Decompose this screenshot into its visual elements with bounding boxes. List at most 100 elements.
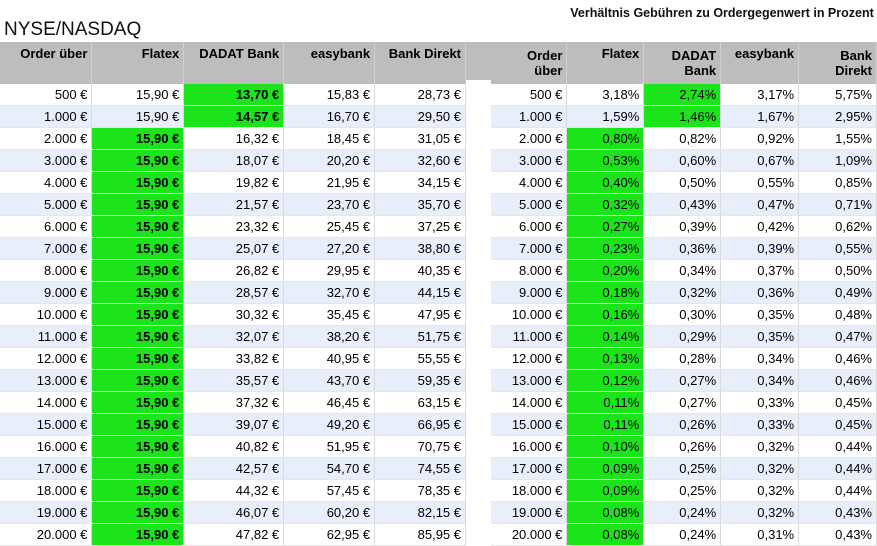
cell-easybank[interactable]: 18,45 € xyxy=(283,127,376,150)
cell-flatex[interactable]: 15,90 € xyxy=(91,369,185,392)
cell-easybank[interactable]: 0,31% xyxy=(720,523,800,546)
cell-easybank[interactable]: 20,20 € xyxy=(283,149,376,172)
cell-flatex[interactable]: 15,90 € xyxy=(91,303,185,326)
cell-easybank[interactable]: 62,95 € xyxy=(283,523,376,546)
cell-bank-direkt[interactable]: 0,48% xyxy=(798,303,877,326)
cell-bank-direkt[interactable]: 1,09% xyxy=(798,149,877,172)
cell-easybank[interactable]: 0,37% xyxy=(720,259,800,282)
cell-order[interactable]: 2.000 € xyxy=(0,127,93,150)
cell-bank-direkt[interactable]: 34,15 € xyxy=(374,171,466,194)
cell-bank-direkt[interactable]: 0,44% xyxy=(798,479,877,502)
cell-easybank[interactable]: 43,70 € xyxy=(283,369,376,392)
cell-order[interactable]: 15.000 € xyxy=(0,413,93,436)
cell-easybank[interactable]: 0,32% xyxy=(720,479,800,502)
cell-dadat[interactable]: 23,32 € xyxy=(183,215,285,238)
cell-order[interactable]: 20.000 € xyxy=(491,523,568,546)
cell-order[interactable]: 10.000 € xyxy=(0,303,93,326)
cell-easybank[interactable]: 32,70 € xyxy=(283,281,376,304)
cell-bank-direkt[interactable]: 0,44% xyxy=(798,435,877,458)
cell-dadat[interactable]: 13,70 € xyxy=(183,84,285,106)
cell-easybank[interactable]: 0,55% xyxy=(720,171,800,194)
cell-dadat[interactable]: 0,36% xyxy=(643,237,722,260)
cell-flatex[interactable]: 0,12% xyxy=(566,369,645,392)
cell-dadat[interactable]: 0,27% xyxy=(643,391,722,414)
cell-bank-direkt[interactable]: 0,44% xyxy=(798,457,877,480)
cell-order[interactable]: 6.000 € xyxy=(0,215,93,238)
header-dadat[interactable]: DADAT Bank xyxy=(183,42,285,84)
cell-dadat[interactable]: 0,25% xyxy=(643,457,722,480)
cell-bank-direkt[interactable]: 32,60 € xyxy=(374,149,466,172)
cell-bank-direkt[interactable]: 74,55 € xyxy=(374,457,466,480)
cell-dadat[interactable]: 18,07 € xyxy=(183,149,285,172)
cell-bank-direkt[interactable]: 0,62% xyxy=(798,215,877,238)
cell-dadat[interactable]: 14,57 € xyxy=(183,105,285,128)
cell-dadat[interactable]: 32,07 € xyxy=(183,325,285,348)
cell-easybank[interactable]: 0,32% xyxy=(720,457,800,480)
cell-dadat[interactable]: 0,32% xyxy=(643,281,722,304)
cell-flatex[interactable]: 0,14% xyxy=(566,325,645,348)
cell-flatex[interactable]: 15,90 € xyxy=(91,501,185,524)
cell-easybank[interactable]: 0,35% xyxy=(720,325,800,348)
cell-order[interactable]: 11.000 € xyxy=(491,325,568,348)
cell-bank-direkt[interactable]: 0,43% xyxy=(798,501,877,524)
cell-easybank[interactable]: 38,20 € xyxy=(283,325,376,348)
cell-bank-direkt[interactable]: 38,80 € xyxy=(374,237,466,260)
cell-order[interactable]: 14.000 € xyxy=(491,391,568,414)
cell-bank-direkt[interactable]: 0,55% xyxy=(798,237,877,260)
cell-dadat[interactable]: 28,57 € xyxy=(183,281,285,304)
cell-flatex[interactable]: 0,09% xyxy=(566,457,645,480)
cell-dadat[interactable]: 0,29% xyxy=(643,325,722,348)
cell-bank-direkt[interactable]: 59,35 € xyxy=(374,369,466,392)
cell-flatex[interactable]: 15,90 € xyxy=(91,215,185,238)
cell-flatex[interactable]: 15,90 € xyxy=(91,149,185,172)
cell-bank-direkt[interactable]: 85,95 € xyxy=(374,523,466,546)
cell-flatex[interactable]: 15,90 € xyxy=(91,457,185,480)
cell-dadat[interactable]: 0,24% xyxy=(643,501,722,524)
cell-bank-direkt[interactable]: 29,50 € xyxy=(374,105,466,128)
cell-bank-direkt[interactable]: 0,46% xyxy=(798,347,877,370)
cell-flatex[interactable]: 0,40% xyxy=(566,171,645,194)
cell-flatex[interactable]: 0,20% xyxy=(566,259,645,282)
cell-flatex[interactable]: 0,11% xyxy=(566,391,645,414)
cell-order[interactable]: 16.000 € xyxy=(491,435,568,458)
cell-easybank[interactable]: 0,92% xyxy=(720,127,800,150)
cell-order[interactable]: 1.000 € xyxy=(0,105,93,128)
cell-order[interactable]: 5.000 € xyxy=(491,193,568,216)
cell-dadat[interactable]: 2,74% xyxy=(643,84,722,106)
cell-easybank[interactable]: 35,45 € xyxy=(283,303,376,326)
cell-order[interactable]: 17.000 € xyxy=(491,457,568,480)
cell-dadat[interactable]: 0,26% xyxy=(643,413,722,436)
cell-bank-direkt[interactable]: 0,50% xyxy=(798,259,877,282)
cell-flatex[interactable]: 15,90 € xyxy=(91,281,185,304)
cell-order[interactable]: 1.000 € xyxy=(491,105,568,128)
cell-order[interactable]: 13.000 € xyxy=(0,369,93,392)
cell-easybank[interactable]: 0,35% xyxy=(720,303,800,326)
cell-dadat[interactable]: 0,82% xyxy=(643,127,722,150)
cell-dadat[interactable]: 39,07 € xyxy=(183,413,285,436)
cell-order[interactable]: 3.000 € xyxy=(491,149,568,172)
cell-flatex[interactable]: 0,11% xyxy=(566,413,645,436)
cell-dadat[interactable]: 30,32 € xyxy=(183,303,285,326)
cell-flatex[interactable]: 15,90 € xyxy=(91,171,185,194)
cell-easybank[interactable]: 27,20 € xyxy=(283,237,376,260)
cell-dadat[interactable]: 0,30% xyxy=(643,303,722,326)
cell-bank-direkt[interactable]: 78,35 € xyxy=(374,479,466,502)
cell-dadat[interactable]: 26,82 € xyxy=(183,259,285,282)
cell-flatex[interactable]: 0,23% xyxy=(566,237,645,260)
cell-order[interactable]: 17.000 € xyxy=(0,457,93,480)
cell-flatex[interactable]: 0,13% xyxy=(566,347,645,370)
cell-bank-direkt[interactable]: 0,71% xyxy=(798,193,877,216)
cell-bank-direkt[interactable]: 51,75 € xyxy=(374,325,466,348)
cell-order[interactable]: 15.000 € xyxy=(491,413,568,436)
cell-easybank[interactable]: 49,20 € xyxy=(283,413,376,436)
cell-flatex[interactable]: 0,08% xyxy=(566,523,645,546)
cell-flatex[interactable]: 0,27% xyxy=(566,215,645,238)
header-order[interactable]: Order über xyxy=(0,42,93,84)
cell-flatex[interactable]: 15,90 € xyxy=(91,105,185,128)
cell-order[interactable]: 20.000 € xyxy=(0,523,93,546)
cell-easybank[interactable]: 40,95 € xyxy=(283,347,376,370)
cell-easybank[interactable]: 0,33% xyxy=(720,413,800,436)
header-flatex[interactable]: Flatex xyxy=(91,42,185,84)
cell-bank-direkt[interactable]: 0,49% xyxy=(798,281,877,304)
cell-order[interactable]: 9.000 € xyxy=(0,281,93,304)
